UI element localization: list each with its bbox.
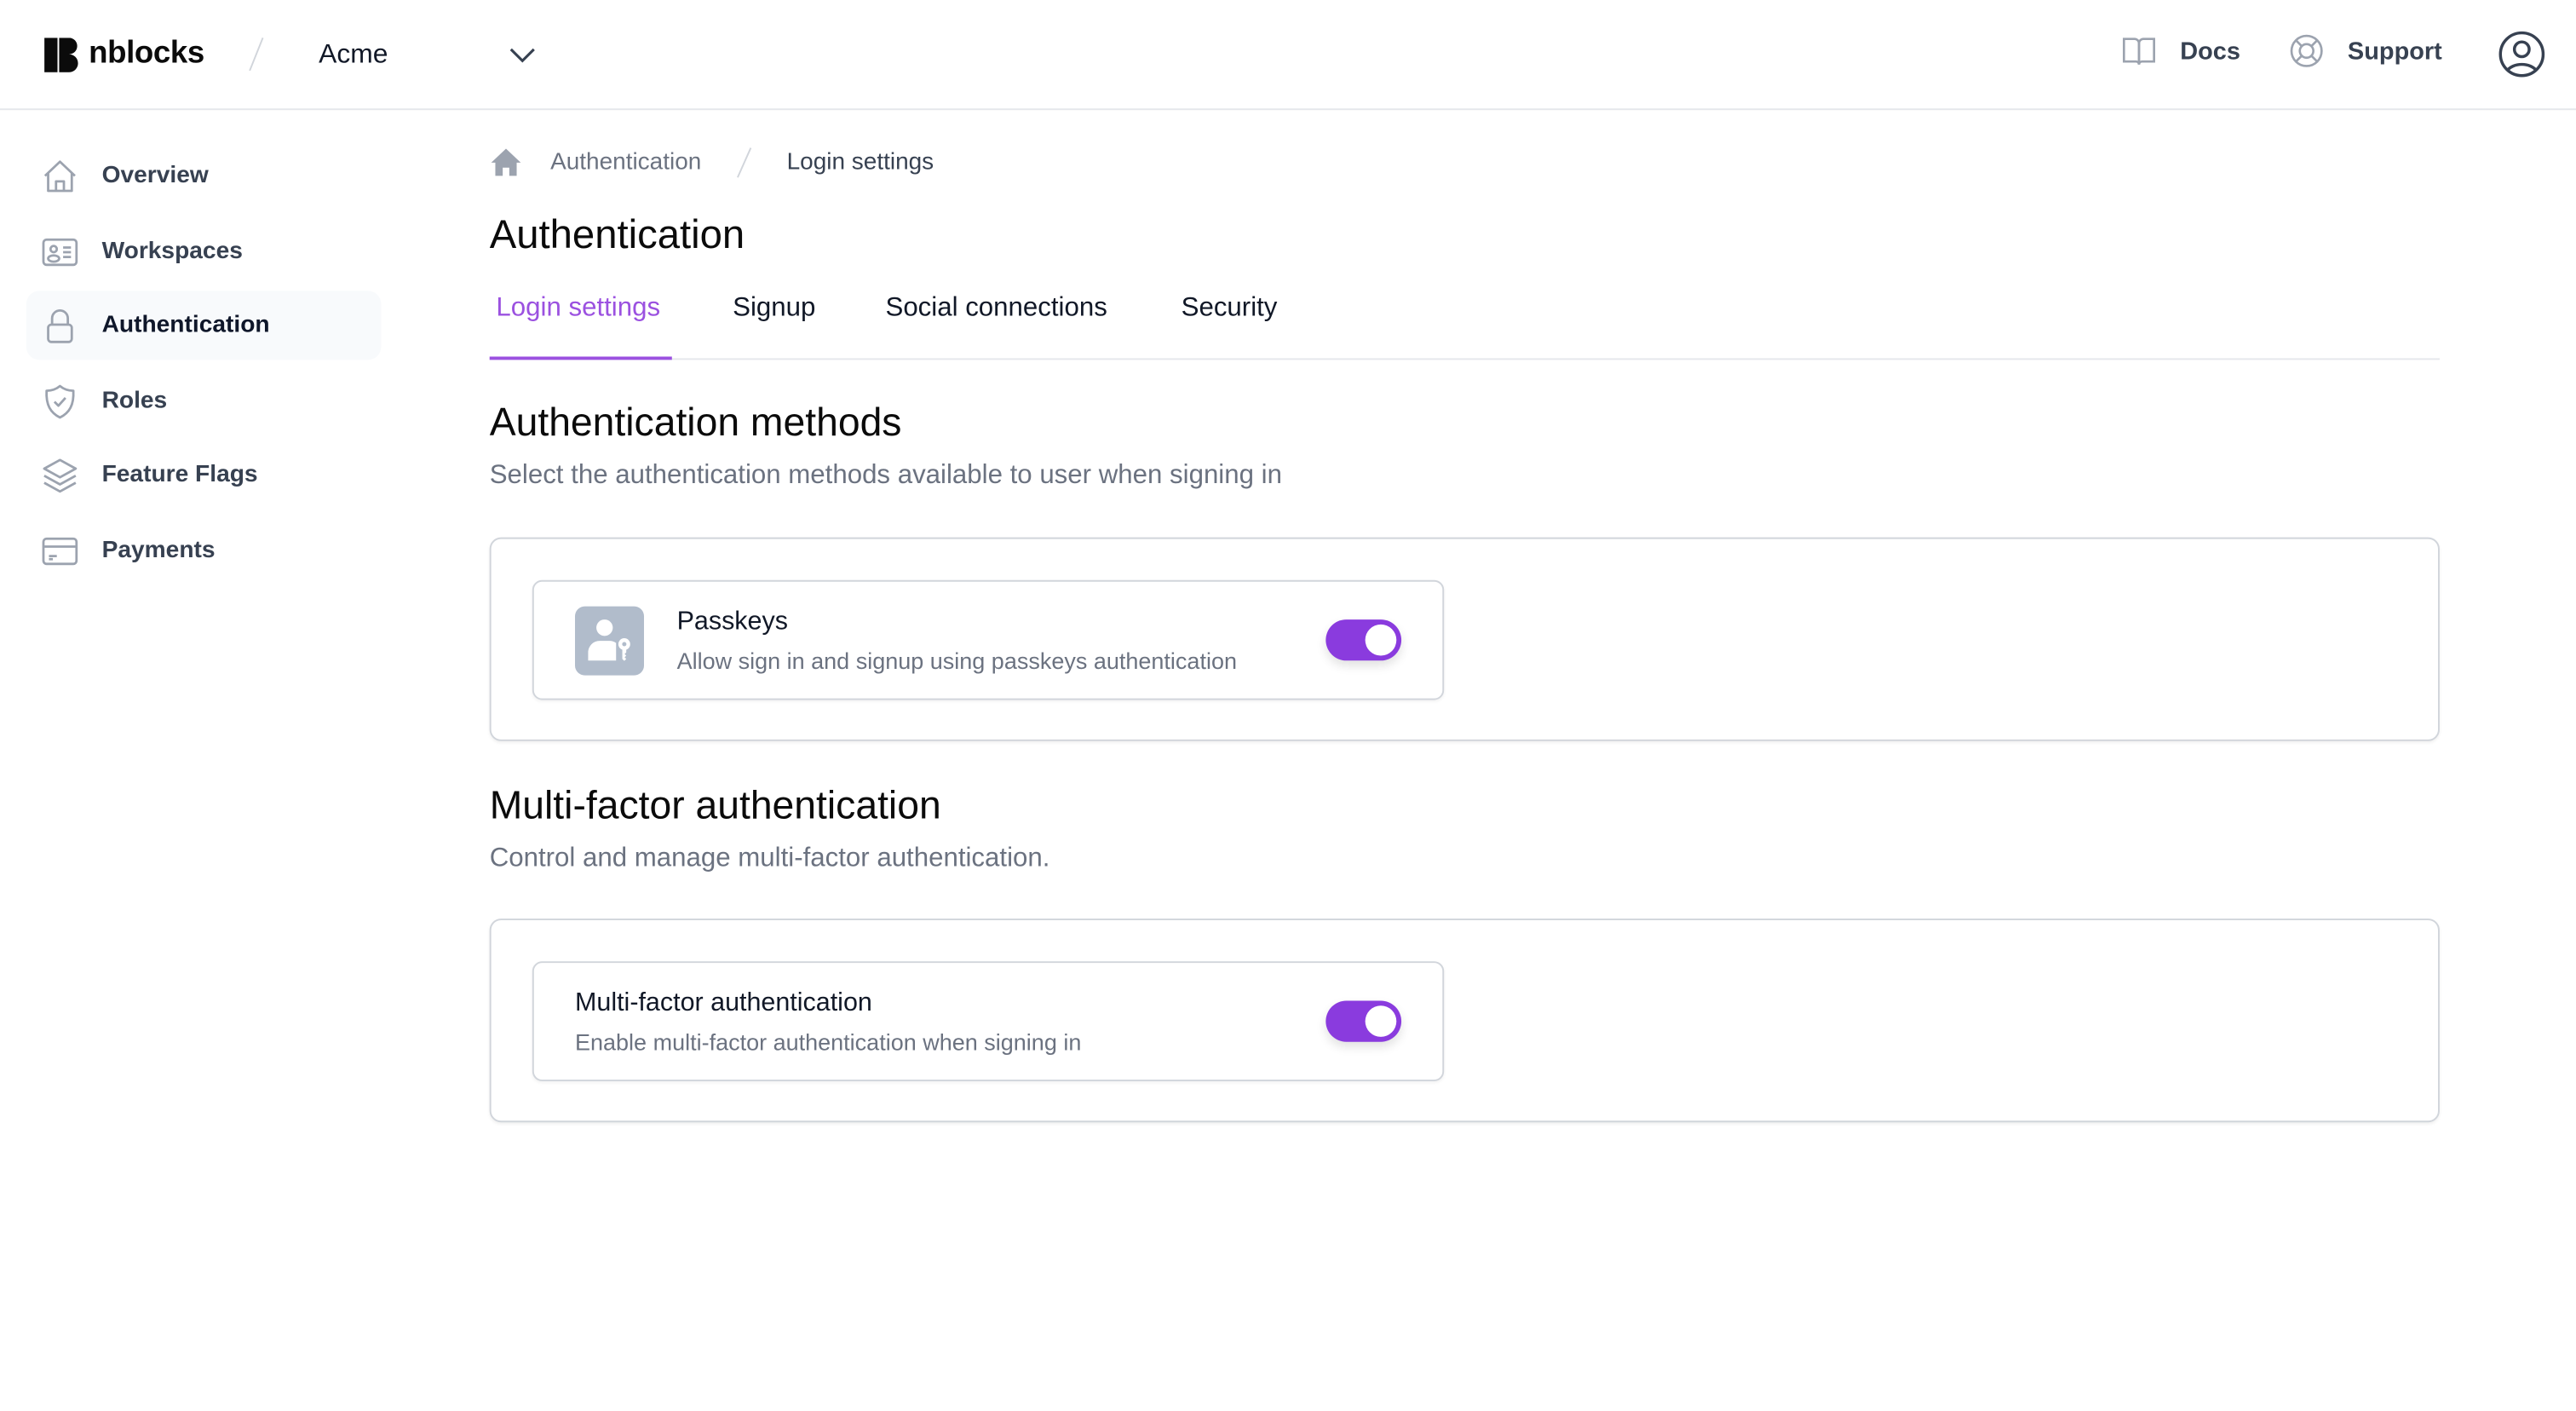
organization-name: Acme xyxy=(319,38,388,69)
sidebar-item-overview[interactable]: Overview xyxy=(26,141,382,210)
sidebar-item-label: Payments xyxy=(101,537,216,564)
credit-card-icon xyxy=(42,537,78,566)
sidebar-item-workspaces[interactable]: Workspaces xyxy=(26,216,382,285)
brand-name: nblocks xyxy=(89,36,204,71)
docs-link[interactable]: Docs xyxy=(2121,33,2240,69)
organization-select[interactable]: Acme xyxy=(319,30,549,79)
sidebar-item-label: Authentication xyxy=(101,312,270,339)
lifebuoy-icon xyxy=(2290,34,2323,67)
user-circle-icon[interactable] xyxy=(2497,30,2546,79)
page-title: Authentication xyxy=(489,213,745,258)
tab-signup[interactable]: Signup xyxy=(733,292,815,358)
lock-icon xyxy=(47,309,73,344)
brand-logo[interactable]: nblocks xyxy=(44,36,204,72)
book-open-icon xyxy=(2122,37,2156,65)
sidebar-nav: Overview Workspaces Authentication Roles xyxy=(26,141,382,591)
breadcrumb: Authentication Login settings xyxy=(490,145,934,181)
tab-social-connections[interactable]: Social connections xyxy=(885,292,1107,358)
mfa-subtitle: Control and manage multi-factor authenti… xyxy=(489,843,1050,873)
auth-methods-panel: Passkeys Allow sign in and signup using … xyxy=(489,537,2440,741)
sidebar-item-label: Overview xyxy=(101,162,209,189)
user-key-icon xyxy=(574,606,644,676)
passkeys-description: Allow sign in and signup using passkeys … xyxy=(676,647,1238,674)
sidebar-item-label: Roles xyxy=(101,387,168,414)
mfa-panel: Multi-factor authentication Enable multi… xyxy=(489,919,2440,1123)
mfa-option-title: Multi-factor authentication xyxy=(574,988,872,1017)
passkeys-option-card: Passkeys Allow sign in and signup using … xyxy=(532,579,1445,700)
support-link[interactable]: Support xyxy=(2288,33,2442,69)
breadcrumb-separator xyxy=(736,147,752,178)
mfa-option-description: Enable multi-factor authentication when … xyxy=(574,1028,1082,1056)
auth-methods-subtitle: Select the authentication methods availa… xyxy=(489,459,1282,490)
mfa-toggle[interactable] xyxy=(1325,1000,1402,1042)
passkeys-toggle[interactable] xyxy=(1325,619,1402,661)
sidebar-item-authentication[interactable]: Authentication xyxy=(26,291,382,360)
mfa-option-card: Multi-factor authentication Enable multi… xyxy=(532,961,1445,1081)
home-solid-icon[interactable] xyxy=(490,147,523,180)
tab-login-settings[interactable]: Login settings xyxy=(496,292,660,358)
shield-check-icon xyxy=(45,384,75,418)
layers-icon xyxy=(43,459,78,493)
passkeys-title: Passkeys xyxy=(676,608,788,636)
sidebar-item-roles[interactable]: Roles xyxy=(26,366,382,435)
breadcrumb-item-authentication[interactable]: Authentication xyxy=(550,149,701,176)
header-separator xyxy=(249,37,264,72)
mfa-title: Multi-factor authentication xyxy=(489,783,941,828)
sidebar-item-feature-flags[interactable]: Feature Flags xyxy=(26,441,382,510)
top-header: nblocks Acme Docs Support xyxy=(0,0,2576,111)
home-icon xyxy=(43,160,76,193)
breadcrumb-item-current: Login settings xyxy=(786,149,934,176)
tab-security[interactable]: Security xyxy=(1182,292,1278,358)
sidebar-item-payments[interactable]: Payments xyxy=(26,516,382,585)
toggle-knob xyxy=(1365,624,1397,656)
id-card-icon xyxy=(42,238,78,266)
docs-label: Docs xyxy=(2180,37,2240,66)
toggle-knob xyxy=(1365,1005,1397,1037)
active-tab-indicator xyxy=(489,356,672,360)
support-label: Support xyxy=(2347,37,2442,66)
tab-bar: Login settings Signup Social connections… xyxy=(489,286,2440,360)
chevron-down-icon xyxy=(509,48,535,63)
nblocks-logo-icon xyxy=(44,37,78,72)
auth-methods-title: Authentication methods xyxy=(489,400,902,446)
sidebar-item-label: Workspaces xyxy=(101,237,243,264)
sidebar-item-label: Feature Flags xyxy=(101,462,258,489)
